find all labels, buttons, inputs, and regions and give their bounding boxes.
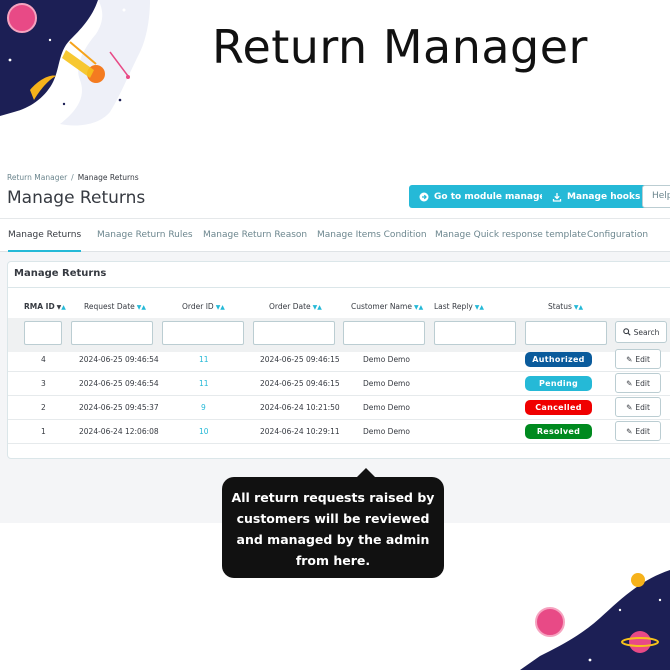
column-header-last-reply[interactable]: Last Reply ▼▲ [434, 302, 484, 311]
go-to-module-manager-label: Go to module manager [434, 191, 550, 202]
edit-button[interactable]: ✎ Edit [615, 421, 661, 441]
column-header-order-date[interactable]: Order Date ▼▲ [269, 302, 322, 311]
cell-order-id-link[interactable]: 11 [199, 379, 209, 388]
card-title: Manage Returns [14, 268, 107, 279]
page-header: Return Manager / Manage Returns Manage Ret… [0, 160, 670, 252]
sort-icon[interactable]: ▼▲ [216, 304, 225, 311]
tab-manage-return-reason[interactable]: Manage Return Reason [203, 219, 307, 252]
column-header-customer-name[interactable]: Customer Name ▼▲ [351, 302, 423, 311]
cell-rma-id: 3 [41, 379, 46, 388]
edit-button-label: Edit [635, 402, 650, 412]
sort-icon[interactable]: ▼▲ [57, 304, 66, 311]
tab-configuration[interactable]: Configuration [587, 219, 648, 252]
column-header-rma-id[interactable]: RMA ID ▼▲ [24, 302, 66, 311]
cell-order-date: 2024-06-24 10:21:50 [260, 403, 340, 412]
edit-button-label: Edit [635, 354, 650, 364]
filter-row: Search [8, 318, 670, 352]
cell-request-date: 2024-06-24 12:06:08 [79, 427, 159, 436]
cell-order-id-link[interactable]: 9 [201, 403, 206, 412]
status-badge: Resolved [525, 424, 592, 439]
pencil-icon: ✎ [626, 378, 633, 388]
status-badge: Authorized [525, 352, 592, 367]
cell-order-id-link[interactable]: 10 [199, 427, 209, 436]
cell-rma-id: 4 [41, 355, 46, 364]
column-header-request-date[interactable]: Request Date ▼▲ [84, 302, 146, 311]
cell-order-id-link[interactable]: 11 [199, 355, 209, 364]
sort-icon[interactable]: ▼▲ [414, 304, 423, 311]
tab-manage-quick-response-template[interactable]: Manage Quick response template [435, 219, 586, 252]
breadcrumb-separator: / [71, 173, 74, 182]
cell-order-date: 2024-06-24 10:29:11 [260, 427, 340, 436]
edit-button[interactable]: ✎ Edit [615, 397, 661, 417]
cell-order-date: 2024-06-25 09:46:15 [260, 379, 340, 388]
cell-rma-id: 2 [41, 403, 46, 412]
cell-order-date: 2024-06-25 09:46:15 [260, 355, 340, 364]
search-button-label: Search [633, 327, 660, 337]
breadcrumb-root[interactable]: Return Manager [7, 173, 67, 182]
tab-manage-items-condition[interactable]: Manage Items Condition [317, 219, 427, 252]
search-button[interactable]: Search [615, 321, 667, 343]
tab-manage-return-rules[interactable]: Manage Return Rules [97, 219, 193, 252]
table-row: 1 2024-06-24 12:06:08 10 2024-06-24 10:2… [8, 420, 670, 444]
sort-icon[interactable]: ▼▲ [574, 304, 583, 311]
cell-customer-name: Demo Demo [363, 379, 410, 388]
table-row: 3 2024-06-25 09:46:54 11 2024-06-25 09:4… [8, 372, 670, 396]
cell-customer-name: Demo Demo [363, 403, 410, 412]
hero-title: Return Manager [212, 20, 588, 74]
breadcrumb-current: Manage Returns [77, 173, 139, 182]
filter-customer-name-input[interactable] [343, 321, 425, 345]
space-illustration-bottom [520, 570, 670, 670]
cell-request-date: 2024-06-25 09:45:37 [79, 403, 159, 412]
table-row: 4 2024-06-25 09:46:54 11 2024-06-25 09:4… [8, 348, 670, 372]
tab-manage-returns[interactable]: Manage Returns [8, 219, 82, 252]
sort-icon[interactable]: ▼▲ [313, 304, 322, 311]
sort-icon[interactable]: ▼▲ [137, 304, 146, 311]
breadcrumb: Return Manager / Manage Returns [7, 173, 139, 182]
filter-order-date-input[interactable] [253, 321, 335, 345]
column-header-status[interactable]: Status ▼▲ [548, 302, 583, 311]
card-divider [8, 287, 670, 288]
cell-rma-id: 1 [41, 427, 46, 436]
manage-hooks-label: Manage hooks [567, 191, 641, 202]
admin-panel-screenshot: Return Manager / Manage Returns Manage Ret… [0, 160, 670, 523]
column-header-order-id[interactable]: Order ID ▼▲ [182, 302, 225, 311]
page-title: Manage Returns [7, 188, 146, 208]
edit-button-label: Edit [635, 426, 650, 436]
tab-bar: Manage Returns Manage Return Rules Manag… [0, 218, 670, 252]
cell-customer-name: Demo Demo [363, 427, 410, 436]
download-icon [552, 192, 562, 202]
space-illustration-top [0, 0, 150, 126]
returns-card: Manage Returns RMA ID ▼▲ Request Date ▼▲ O… [7, 261, 670, 459]
cell-request-date: 2024-06-25 09:46:54 [79, 379, 159, 388]
go-to-module-manager-button[interactable]: Go to module manager [409, 185, 560, 208]
callout-text: All return requests raised by customers … [231, 490, 435, 568]
edit-button[interactable]: ✎ Edit [615, 349, 661, 369]
status-badge: Pending [525, 376, 592, 391]
manage-hooks-button[interactable]: Manage hooks [542, 185, 651, 208]
cell-customer-name: Demo Demo [363, 355, 410, 364]
circle-arrow-icon [419, 192, 429, 201]
status-badge: Cancelled [525, 400, 592, 415]
edit-button-label: Edit [635, 378, 650, 388]
callout-box: All return requests raised by customers … [222, 477, 444, 578]
filter-status-input[interactable] [525, 321, 607, 345]
help-button[interactable]: Help [642, 185, 670, 208]
search-icon [622, 328, 631, 336]
filter-last-reply-input[interactable] [434, 321, 516, 345]
table-row: 2 2024-06-25 09:45:37 9 2024-06-24 10:21… [8, 396, 670, 420]
pencil-icon: ✎ [626, 354, 633, 364]
edit-button[interactable]: ✎ Edit [615, 373, 661, 393]
cell-request-date: 2024-06-25 09:46:54 [79, 355, 159, 364]
filter-order-id-input[interactable] [162, 321, 244, 345]
sort-icon[interactable]: ▼▲ [475, 304, 484, 311]
pencil-icon: ✎ [626, 426, 633, 436]
filter-request-date-input[interactable] [71, 321, 153, 345]
pencil-icon: ✎ [626, 402, 633, 412]
filter-rma-id-input[interactable] [24, 321, 62, 345]
